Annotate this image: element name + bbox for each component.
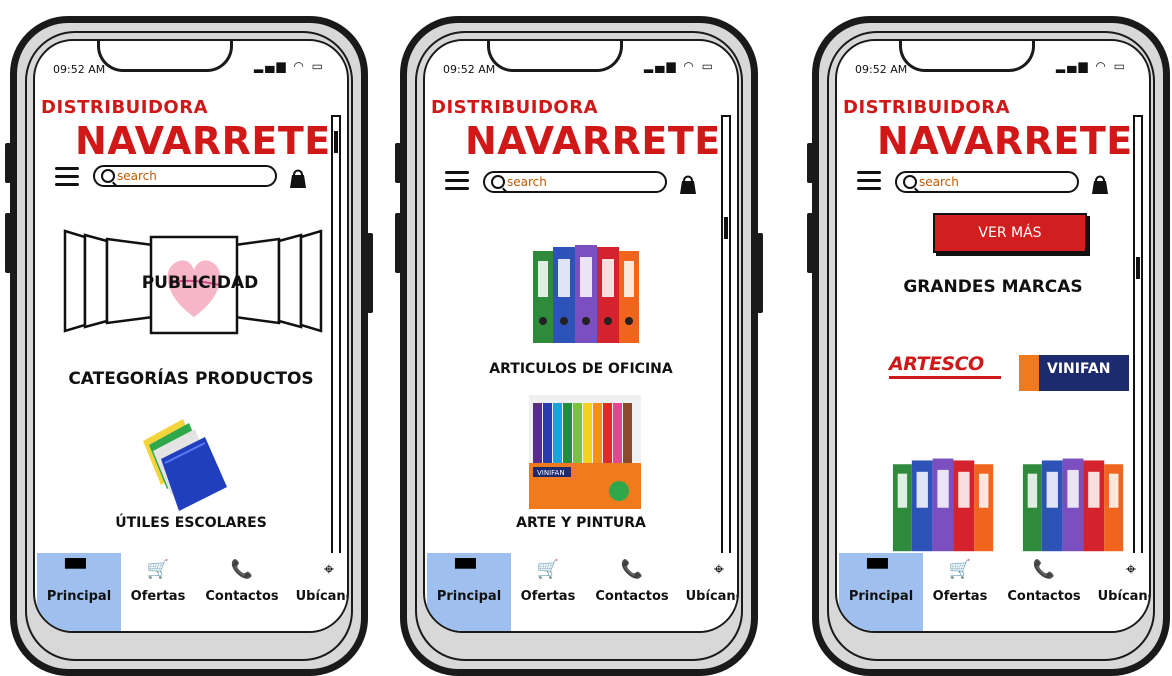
phone-icon: 📞: [620, 559, 644, 580]
location-icon: ⌖: [1125, 559, 1137, 580]
brand-line1: DISTRIBUIDORA: [843, 97, 1011, 118]
shopping-bag-icon[interactable]: [1089, 173, 1111, 195]
brand-logo-vinifan[interactable]: VINIFAN: [1019, 355, 1129, 391]
phone-frame-1: 09:52 AM ▂▄▆ ◠ ▭ DISTRIBUIDORA NAVARRETE…: [5, 16, 373, 676]
binders-image[interactable]: [889, 451, 999, 555]
status-icons: ▂▄▆ ◠ ▭: [643, 59, 715, 73]
tab-principal[interactable]: ▀▘ Principal: [839, 553, 923, 631]
brand-logo-artesco[interactable]: ARTESCO: [889, 353, 1001, 383]
tab-ubicanos[interactable]: ⌖ Ubícanos: [1091, 553, 1149, 631]
search-icon: [101, 169, 115, 183]
category-utiles[interactable]: ÚTILES ESCOLARES: [75, 515, 307, 531]
status-icons: ▂▄▆ ◠ ▭: [1055, 59, 1127, 73]
tab-ofertas[interactable]: 🛒 Ofertas: [925, 553, 995, 631]
brand-line1: DISTRIBUIDORA: [41, 97, 209, 118]
store-icon: ▀▘: [65, 559, 93, 580]
shopping-bag-icon[interactable]: [677, 173, 699, 195]
section-title-categories: CATEGORÍAS PRODUCTOS: [68, 369, 314, 389]
cart-icon: 🛒: [948, 559, 972, 580]
status-time: 09:52 AM: [53, 63, 106, 76]
screen-categories: 09:52 AM ▂▄▆ ◠ ▭ DISTRIBUIDORA NAVARRETE…: [423, 39, 739, 633]
tab-ofertas[interactable]: 🛒 Ofertas: [513, 553, 583, 631]
ver-mas-button[interactable]: VER MÁS: [933, 213, 1087, 253]
markers-image[interactable]: VINIFAN: [529, 395, 641, 509]
location-icon: ⌖: [713, 559, 725, 580]
phone-icon: 📞: [230, 559, 254, 580]
phone-frame-3: 09:52 AM ▂▄▆ ◠ ▭ DISTRIBUIDORA NAVARRETE…: [807, 16, 1170, 676]
notebooks-image[interactable]: [131, 411, 241, 521]
hamburger-menu-icon[interactable]: [55, 167, 79, 187]
publicity-label: PUBLICIDAD: [141, 273, 259, 293]
brand-line2: NAVARRETE: [465, 119, 721, 163]
hamburger-menu-icon[interactable]: [857, 171, 881, 191]
bottom-tab-bar: ▀▘ Principal 🛒 Ofertas 📞 Contactos ⌖ Ubí…: [427, 553, 737, 631]
tab-contactos[interactable]: 📞 Contactos: [587, 553, 677, 631]
section-title-brands: GRANDES MARCAS: [903, 277, 1083, 297]
brand-line1: DISTRIBUIDORA: [431, 97, 599, 118]
search-input[interactable]: search: [483, 171, 667, 193]
location-icon: ⌖: [323, 559, 335, 580]
scrollbar[interactable]: [331, 115, 341, 571]
tab-ubicanos[interactable]: ⌖ Ubícanos: [679, 553, 737, 631]
screen-home: 09:52 AM ▂▄▆ ◠ ▭ DISTRIBUIDORA NAVARRETE…: [33, 39, 349, 633]
tab-principal[interactable]: ▀▘ Principal: [37, 553, 121, 631]
hamburger-menu-icon[interactable]: [445, 171, 469, 191]
marker-brand: VINIFAN: [537, 469, 565, 477]
category-oficina[interactable]: ARTICULOS DE OFICINA: [455, 361, 707, 377]
binders-image[interactable]: [531, 237, 643, 347]
screen-brands: 09:52 AM ▂▄▆ ◠ ▭ DISTRIBUIDORA NAVARRETE…: [835, 39, 1151, 633]
tab-contactos[interactable]: 📞 Contactos: [999, 553, 1089, 631]
tab-contactos[interactable]: 📞 Contactos: [197, 553, 287, 631]
phone-icon: 📞: [1032, 559, 1056, 580]
search-icon: [903, 175, 917, 189]
search-placeholder: search: [919, 175, 959, 189]
bottom-tab-bar: ▀▘ Principal 🛒 Ofertas 📞 Contactos ⌖ Ubí…: [37, 553, 347, 631]
category-arte[interactable]: ARTE Y PINTURA: [465, 515, 697, 531]
search-input[interactable]: search: [93, 165, 277, 187]
brand-line2: NAVARRETE: [75, 119, 331, 163]
store-icon: ▀▘: [455, 559, 483, 580]
scrollbar[interactable]: [721, 115, 731, 571]
status-icons: ▂▄▆ ◠ ▭: [253, 59, 325, 73]
search-placeholder: search: [117, 169, 157, 183]
bottom-tab-bar: ▀▘ Principal 🛒 Ofertas 📞 Contactos ⌖ Ubí…: [839, 553, 1149, 631]
search-placeholder: search: [507, 175, 547, 189]
status-time: 09:52 AM: [443, 63, 496, 76]
shopping-bag-icon[interactable]: [287, 167, 309, 189]
tab-principal[interactable]: ▀▘ Principal: [427, 553, 511, 631]
phone-frame-2: 09:52 AM ▂▄▆ ◠ ▭ DISTRIBUIDORA NAVARRETE…: [395, 16, 763, 676]
tab-ubicanos[interactable]: ⌖ Ubícanos: [289, 553, 347, 631]
brand-line2: NAVARRETE: [877, 119, 1133, 163]
binders-image[interactable]: [1019, 451, 1129, 555]
scrollbar[interactable]: [1133, 115, 1143, 571]
cart-icon: 🛒: [146, 559, 170, 580]
search-input[interactable]: search: [895, 171, 1079, 193]
status-time: 09:52 AM: [855, 63, 908, 76]
tab-ofertas[interactable]: 🛒 Ofertas: [123, 553, 193, 631]
cart-icon: 🛒: [536, 559, 560, 580]
store-icon: ▀▘: [867, 559, 895, 580]
search-icon: [491, 175, 505, 189]
